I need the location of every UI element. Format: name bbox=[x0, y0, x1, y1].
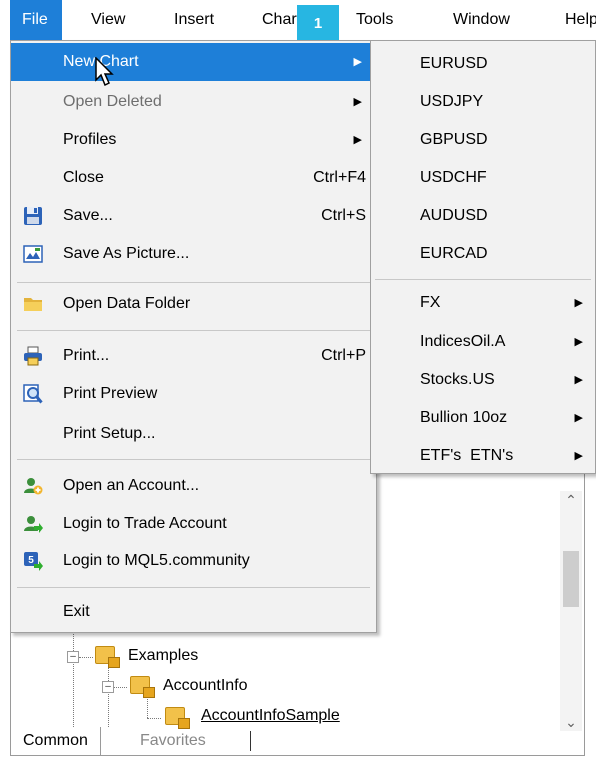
magnifier-icon bbox=[23, 384, 43, 404]
script-file-icon bbox=[165, 707, 190, 729]
submenu-item-symbol[interactable]: GBPUSD bbox=[371, 121, 595, 159]
tab-divider bbox=[250, 731, 251, 751]
scrollbar-thumb[interactable] bbox=[563, 551, 579, 607]
folder-icon bbox=[24, 298, 42, 311]
menu-item-login-mql5[interactable]: 5 Login to MQL5.community bbox=[11, 542, 376, 580]
menu-item-label: Print Setup... bbox=[63, 425, 156, 442]
menu-separator bbox=[375, 279, 591, 280]
menu-item-label: Open Deleted bbox=[63, 93, 162, 110]
menu-item-label: Profiles bbox=[63, 131, 117, 148]
symbol-label: GBPUSD bbox=[420, 131, 488, 148]
shortcut-label: Ctrl+P bbox=[321, 347, 366, 364]
submenu-item-group[interactable]: ETF's ETN's ▶ bbox=[371, 437, 595, 475]
submenu-item-symbol[interactable]: USDJPY bbox=[371, 83, 595, 121]
printer-icon bbox=[24, 346, 42, 366]
mouse-cursor-icon bbox=[95, 57, 114, 87]
menu-item-close[interactable]: Close Ctrl+F4 bbox=[11, 159, 376, 197]
symbol-label: USDJPY bbox=[420, 93, 484, 110]
menu-item-new-chart[interactable]: New Chart ▶ bbox=[11, 43, 376, 81]
scroll-up-icon[interactable]: ⌃ bbox=[560, 491, 582, 509]
picture-icon bbox=[23, 245, 43, 263]
submenu-item-group[interactable]: IndicesOil.A ▶ bbox=[371, 323, 595, 361]
submenu-item-symbol[interactable]: EURUSD bbox=[371, 45, 595, 83]
menu-help[interactable]: Help bbox=[553, 0, 596, 40]
menu-tools[interactable]: Tools bbox=[344, 0, 405, 40]
svg-text:5: 5 bbox=[28, 555, 34, 566]
group-label: Bullion 10oz bbox=[420, 409, 508, 426]
menu-item-label: Print... bbox=[63, 347, 110, 364]
menu-item-save-as-picture[interactable]: Save As Picture... bbox=[11, 235, 376, 273]
navigator-tabs: Common Favorites bbox=[10, 727, 585, 757]
menu-item-print[interactable]: Print... Ctrl+P bbox=[11, 337, 376, 375]
group-label: Stocks.US bbox=[420, 371, 495, 388]
symbol-label: AUDUSD bbox=[420, 207, 488, 224]
symbol-label: EURCAD bbox=[420, 245, 488, 262]
submenu-arrow-icon: ▶ bbox=[574, 412, 583, 424]
menu-item-print-setup[interactable]: Print Setup... bbox=[11, 415, 376, 453]
new-chart-submenu: EURUSD USDJPY GBPUSD USDCHF AUDUSD EURCA… bbox=[370, 40, 596, 474]
scroll-folder-icon bbox=[95, 646, 120, 668]
symbol-label: EURUSD bbox=[420, 55, 488, 72]
vertical-scrollbar[interactable]: ⌃ ⌄ bbox=[560, 491, 582, 731]
menu-separator bbox=[17, 330, 370, 331]
shortcut-label: Ctrl+S bbox=[321, 207, 366, 224]
submenu-item-symbol[interactable]: AUDUSD bbox=[371, 197, 595, 235]
symbol-label: USDCHF bbox=[420, 169, 487, 186]
submenu-arrow-icon: ▶ bbox=[353, 56, 362, 68]
tab-favorites[interactable]: Favorites bbox=[128, 727, 218, 755]
submenu-arrow-icon: ▶ bbox=[574, 297, 583, 309]
menu-item-login-trade-account[interactable]: Login to Trade Account bbox=[11, 505, 376, 543]
tree-item-accountinfosample[interactable]: AccountInfoSample bbox=[201, 707, 340, 725]
menu-item-label: Login to Trade Account bbox=[63, 515, 227, 532]
shortcut-label: Ctrl+F4 bbox=[313, 169, 366, 186]
menu-item-label: Open an Account... bbox=[63, 477, 200, 494]
menu-separator bbox=[17, 459, 370, 460]
file-menu: New Chart ▶ Open Deleted ▶ Profiles ▶ Cl… bbox=[10, 40, 377, 633]
tree-item-examples[interactable]: Examples bbox=[128, 647, 198, 665]
submenu-item-symbol[interactable]: EURCAD bbox=[371, 235, 595, 273]
submenu-item-group[interactable]: Stocks.US ▶ bbox=[371, 361, 595, 399]
group-label: FX bbox=[420, 294, 441, 311]
add-account-icon bbox=[24, 478, 43, 495]
scroll-folder-icon bbox=[130, 676, 155, 698]
submenu-item-group[interactable]: FX ▶ bbox=[371, 284, 595, 322]
menu-item-exit[interactable]: Exit bbox=[11, 593, 376, 631]
login-account-icon bbox=[24, 516, 43, 533]
submenu-arrow-icon: ▶ bbox=[574, 336, 583, 348]
menu-item-open-deleted[interactable]: Open Deleted ▶ bbox=[11, 83, 376, 121]
group-label: ETF's ETN's bbox=[420, 447, 514, 464]
menu-separator bbox=[17, 587, 370, 588]
submenu-item-group[interactable]: Bullion 10oz ▶ bbox=[371, 399, 595, 437]
menu-item-print-preview[interactable]: Print Preview bbox=[11, 375, 376, 413]
submenu-item-symbol[interactable]: USDCHF bbox=[371, 159, 595, 197]
submenu-arrow-icon: ▶ bbox=[574, 374, 583, 386]
submenu-arrow-icon: ▶ bbox=[574, 450, 583, 462]
menu-item-label: Save... bbox=[63, 207, 113, 224]
menu-item-label: Open Data Folder bbox=[63, 295, 191, 312]
menu-item-label: Exit bbox=[63, 603, 90, 620]
menu-insert[interactable]: Insert bbox=[162, 0, 226, 40]
menu-item-label: Save As Picture... bbox=[63, 245, 190, 262]
menu-item-open-account[interactable]: Open an Account... bbox=[11, 467, 376, 505]
tab-common[interactable]: Common bbox=[10, 727, 101, 756]
menu-view[interactable]: View bbox=[79, 0, 137, 40]
menu-file[interactable]: File bbox=[10, 0, 62, 40]
submenu-arrow-icon: ▶ bbox=[353, 96, 362, 108]
menu-item-open-data-folder[interactable]: Open Data Folder bbox=[11, 285, 376, 323]
collapse-examples-icon[interactable]: – bbox=[67, 651, 79, 663]
floppy-disk-icon bbox=[24, 207, 42, 225]
menu-separator bbox=[17, 282, 370, 283]
collapse-accountinfo-icon[interactable]: – bbox=[102, 681, 114, 693]
menu-item-label: Close bbox=[63, 169, 104, 186]
group-label: IndicesOil.A bbox=[420, 333, 506, 350]
menu-item-label: Print Preview bbox=[63, 385, 158, 402]
mql5-login-icon: 5 bbox=[24, 552, 43, 571]
submenu-arrow-icon: ▶ bbox=[353, 134, 362, 146]
menu-item-profiles[interactable]: Profiles ▶ bbox=[11, 121, 376, 159]
tree-item-accountinfo[interactable]: AccountInfo bbox=[163, 677, 248, 695]
menu-item-label: Login to MQL5.community bbox=[63, 552, 250, 569]
step-badge: 1 bbox=[297, 5, 339, 54]
menu-window[interactable]: Window bbox=[441, 0, 522, 40]
menu-item-save[interactable]: Save... Ctrl+S bbox=[11, 197, 376, 235]
